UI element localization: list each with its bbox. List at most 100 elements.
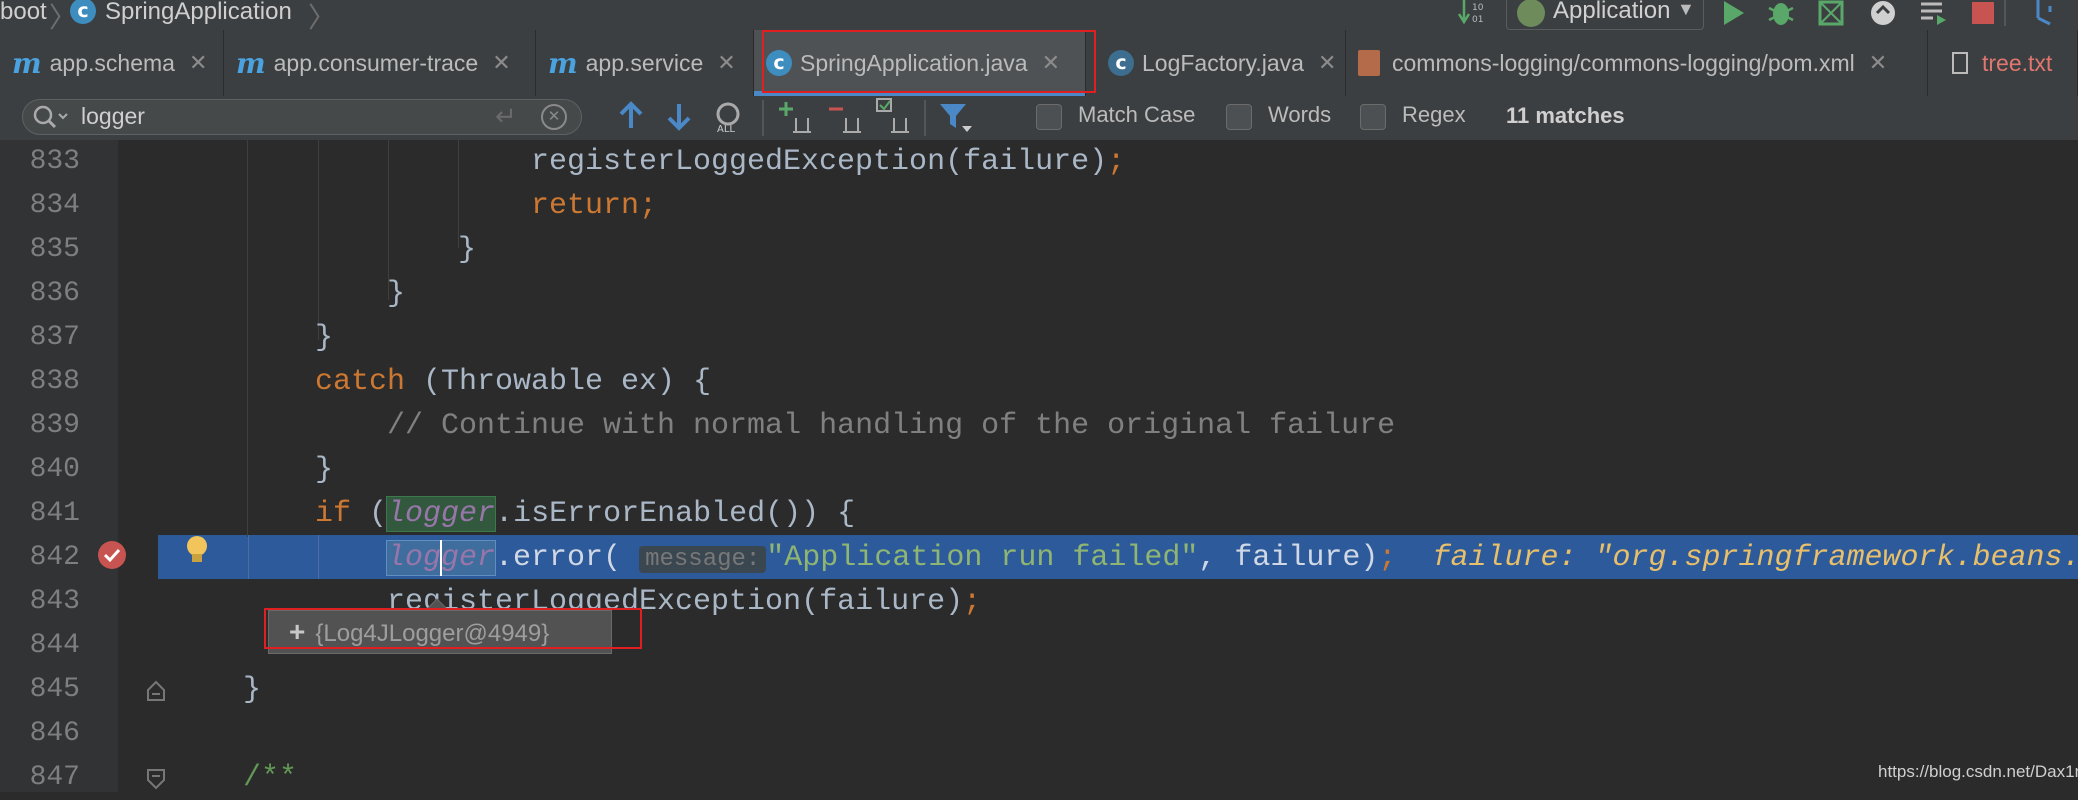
fold-marker-icon[interactable] (146, 768, 166, 795)
code-line-839[interactable]: // Continue with normal handling of the … (387, 404, 1395, 448)
words-checkbox[interactable] (1226, 104, 1252, 130)
code-line-838[interactable]: catch (Throwable ex) { (315, 360, 711, 404)
close-icon[interactable]: ✕ (189, 50, 207, 76)
code-line-845[interactable]: } (243, 668, 261, 712)
line-number: 841 (29, 498, 80, 529)
line-number: 835 (29, 234, 80, 265)
close-icon[interactable]: ✕ (1318, 50, 1336, 76)
search-input[interactable]: logger (81, 103, 145, 130)
sort-icon[interactable]: 10 01 (1457, 0, 1488, 28)
toolbar-divider (2004, 0, 2006, 26)
close-icon[interactable]: ✕ (717, 50, 735, 76)
regex-checkbox[interactable] (1360, 104, 1386, 130)
profiler-icon[interactable] (1868, 0, 1898, 28)
module-icon: m (236, 46, 266, 80)
breakpoint-icon[interactable] (98, 541, 126, 569)
breadcrumb-item-boot[interactable]: boot (0, 0, 47, 26)
code-field-logger: logger (386, 496, 497, 532)
svg-text:ALL: ALL (717, 124, 735, 134)
stop-icon[interactable] (1968, 0, 1998, 28)
indent-guide (318, 535, 319, 579)
tab-logfactory-java[interactable]: c LogFactory.java ✕ (1096, 30, 1346, 96)
coverage-icon[interactable] (1816, 0, 1846, 28)
tab-pom-xml[interactable]: commons-logging/commons-logging/pom.xml ✕ (1346, 30, 1928, 96)
previous-occurrence-icon[interactable] (616, 100, 646, 137)
lightbulb-icon[interactable] (184, 534, 210, 571)
select-occurrences-icon[interactable] (876, 98, 912, 139)
line-number: 838 (29, 366, 80, 397)
run-configuration-label: Application (1553, 0, 1671, 24)
search-field[interactable]: logger ↵ ✕ (22, 99, 582, 135)
svg-text:10: 10 (1472, 3, 1484, 13)
indent-guide (318, 140, 319, 340)
line-number: 846 (29, 718, 80, 749)
line-number: 833 (29, 146, 80, 177)
tab-tree-txt[interactable]: tree.txt (1928, 30, 2078, 96)
filter-icon[interactable] (938, 100, 974, 141)
line-number: 844 (29, 630, 80, 661)
annotation-box-tooltip (264, 608, 642, 649)
line-number: 847 (29, 762, 80, 793)
indent-guide (247, 140, 248, 537)
text-caret (440, 540, 442, 576)
spring-boot-icon (1517, 0, 1545, 27)
code-string: "Application run failed" (766, 541, 1199, 575)
code-semicolon: ; (963, 585, 982, 619)
remove-occurrence-icon[interactable] (828, 100, 862, 139)
code-line-835[interactable]: } (458, 228, 476, 272)
code-line-847[interactable]: /** (243, 756, 297, 800)
editor-gutter (118, 140, 243, 792)
module-icon: m (548, 46, 578, 80)
match-case-checkbox[interactable] (1036, 104, 1062, 130)
words-label: Words (1268, 102, 1332, 127)
code-keyword: if (315, 497, 352, 531)
select-all-occurrences-icon[interactable]: ALL (712, 100, 748, 139)
tab-label: app.service (585, 49, 704, 76)
inline-debug-value: failure: "org.springframework.beans. (1432, 541, 2078, 575)
code-line-836[interactable]: } (387, 272, 405, 316)
add-occurrence-icon[interactable] (778, 100, 812, 139)
run-icon[interactable] (1718, 0, 1748, 28)
breadcrumb-item-springapplication[interactable]: SpringApplication (105, 0, 292, 26)
svg-text:01: 01 (1472, 15, 1483, 25)
tab-app-consumer-trace[interactable]: m app.consumer-trace ✕ (224, 30, 536, 96)
line-number: 842 (29, 542, 80, 573)
code-semicolon: ; (1107, 145, 1126, 179)
newline-icon[interactable]: ↵ (495, 101, 517, 132)
tab-label: LogFactory.java (1142, 49, 1304, 76)
code-line-834[interactable]: return; (531, 184, 657, 228)
vcs-icon[interactable] (2030, 0, 2060, 28)
close-icon[interactable]: ✕ (492, 50, 510, 76)
run-list-icon[interactable] (1918, 0, 1948, 28)
tab-label: app.consumer-trace (273, 49, 479, 76)
class-icon: c (1108, 50, 1134, 76)
findbar-divider (762, 100, 764, 136)
code-text: .isErrorEnabled()) { (495, 497, 856, 531)
line-number: 836 (29, 278, 80, 309)
code-call: .error( (495, 541, 622, 575)
regex-label: Regex (1402, 102, 1466, 127)
code-call: registerLoggedException(failure) (531, 145, 1108, 179)
match-case-label: Match Case (1078, 102, 1196, 127)
next-occurrence-icon[interactable] (664, 100, 694, 137)
code-text: (Throwable ex) { (405, 365, 712, 399)
line-number: 834 (29, 190, 80, 221)
watermark: https://blog.csdn.net/Dax1n (1878, 762, 2078, 781)
run-configuration-dropdown[interactable]: Application ▼ (1506, 0, 1704, 30)
tab-app-service[interactable]: m app.service ✕ (536, 30, 754, 96)
code-text: ( (351, 497, 388, 531)
code-line-837[interactable]: } (315, 316, 333, 360)
code-keyword: catch (315, 365, 406, 399)
fold-marker-icon[interactable] (146, 680, 166, 707)
debug-icon[interactable] (1766, 0, 1796, 28)
line-number: 843 (29, 586, 80, 617)
clear-icon[interactable]: ✕ (541, 104, 567, 130)
close-icon[interactable]: ✕ (1869, 50, 1887, 76)
search-icon[interactable] (31, 102, 71, 137)
code-line-841[interactable]: if (logger.isErrorEnabled()) { (315, 492, 855, 536)
line-number: 839 (29, 410, 80, 441)
tab-app-schema[interactable]: m app.schema ✕ (0, 30, 224, 96)
code-line-840[interactable]: } (315, 448, 333, 492)
code-line-833[interactable]: registerLoggedException(failure); (531, 140, 1125, 184)
code-line-842[interactable]: logger.error( message: "Application run f… (385, 536, 2078, 582)
